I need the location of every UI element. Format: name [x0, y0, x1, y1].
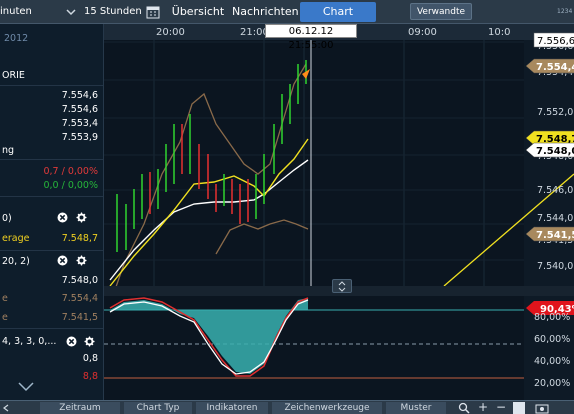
chart-canvas[interactable]: 20:0021:0009:0010:07.556,67.554,47.552,0…	[104, 24, 574, 400]
remove-indicator-1-icon[interactable]	[57, 212, 68, 223]
moving-average-yellow	[109, 138, 309, 287]
zoom-out-icon[interactable]: −	[495, 401, 507, 414]
scroll-left-icon[interactable]	[2, 404, 10, 412]
indicator-2-value-2: e 7.554,4	[2, 293, 98, 304]
osc-label-2: 40,00%	[534, 356, 570, 367]
zoom-in-icon[interactable]: +	[477, 401, 489, 414]
indicator-3-value-2: 8,8	[82, 371, 98, 382]
tab-uebersicht[interactable]: Übersicht	[168, 2, 228, 22]
app-window: inuten 15 Stunden Übersicht Nachrichten …	[0, 0, 574, 414]
bottom-toolbar: Zeitraum Chart Typ Indikatoren Zeichenwe…	[0, 400, 574, 414]
price-tag-top-text: 7.556,6	[537, 36, 574, 47]
bollinger-lower	[215, 219, 309, 255]
price-label-5: 7.546,0	[537, 185, 573, 196]
toolbar-indikatoren[interactable]: Indikatoren	[196, 402, 268, 414]
time-label-3: 10:0	[488, 27, 510, 38]
top-toolbar: inuten 15 Stunden Übersicht Nachrichten …	[0, 0, 574, 24]
chart-area[interactable]: 20:0021:0009:0010:07.556,67.554,47.552,0…	[104, 24, 574, 400]
change-red: 0,7 / 0,00%	[43, 166, 98, 177]
quote-row-2: 7.554,6	[61, 104, 98, 115]
interval-dropdown-icon[interactable]	[66, 0, 78, 24]
indicator-2-value-3: e 7.541,5	[2, 312, 98, 323]
interval-select[interactable]: 15 Stunden	[84, 0, 142, 24]
toolbar-muster[interactable]: Muster	[386, 402, 446, 414]
tab-nachrichten[interactable]: Nachrichten	[232, 2, 299, 22]
settings-indicator-1-icon[interactable]	[76, 212, 87, 223]
price-tag-upper-text: 7.554,4	[536, 62, 574, 73]
indicator-3-value: 0,8	[82, 353, 98, 364]
search-icon[interactable]	[458, 402, 470, 414]
calendar-icon[interactable]	[146, 0, 160, 24]
quote-row-4: 7.553,9	[61, 132, 98, 143]
settings-indicator-3-icon[interactable]	[84, 336, 95, 347]
indicator-1-row: erage 7.548,7	[2, 233, 98, 244]
screenshot-icon[interactable]	[535, 402, 549, 414]
pane-resize-handle[interactable]	[332, 279, 352, 293]
change-green: 0,0 / 0,00%	[43, 180, 98, 191]
time-label-2: 09:00	[408, 27, 437, 38]
chevron-down-icon[interactable]	[18, 382, 34, 392]
category-label: ORIE	[2, 70, 25, 81]
related-button[interactable]: Verwandte	[410, 3, 472, 20]
crosshair-time-label: 06.12.12 21:55:00	[265, 24, 357, 51]
toolbar-zeichenwerkzeuge[interactable]: Zeichenwerkzeuge	[272, 402, 382, 414]
price-label-2: 7.552,0	[537, 107, 573, 118]
tab-chart[interactable]: Chart	[300, 2, 376, 22]
interval-label-left: inuten	[0, 6, 32, 17]
osc-label-0: 80,00%	[534, 312, 570, 323]
quote-row-3: 7.553,4	[61, 118, 98, 129]
price-tag-white-text: 7.548,0	[536, 146, 574, 157]
indicator-2-value-1: 7.548,0	[61, 275, 98, 286]
settings-indicator-2-icon[interactable]	[76, 255, 87, 266]
quote-row-1: 7.554,6	[61, 90, 98, 101]
time-label-0: 20:00	[156, 27, 185, 38]
price-label-8: 7.540,0	[537, 261, 573, 272]
osc-label-3: 20,00%	[534, 378, 570, 389]
date-label: 2012	[4, 33, 29, 44]
toolbar-chart-typ[interactable]: Chart Typ	[124, 402, 192, 414]
calendar-small-icon[interactable]	[513, 402, 525, 414]
remove-indicator-2-icon[interactable]	[57, 255, 68, 266]
indicator-2-label: 20, 2)	[2, 256, 30, 267]
moving-average-white	[109, 159, 309, 281]
toolbar-zeitraum[interactable]: Zeitraum	[40, 402, 120, 414]
oscillator-pane	[104, 296, 524, 400]
right-counter: 1234	[557, 8, 573, 15]
osc-label-1: 60,00%	[534, 334, 570, 345]
left-info-panel: 2012 ORIE 7.554,6 7.554,6 7.553,4 7.553,…	[0, 24, 104, 400]
remove-indicator-3-icon[interactable]	[66, 336, 77, 347]
price-tag-lower-text: 7.541,5	[536, 230, 574, 241]
indicator-1-label: 0)	[2, 213, 12, 224]
price-label-6: 7.544,0	[537, 213, 573, 224]
mid-label: ng	[2, 145, 15, 156]
